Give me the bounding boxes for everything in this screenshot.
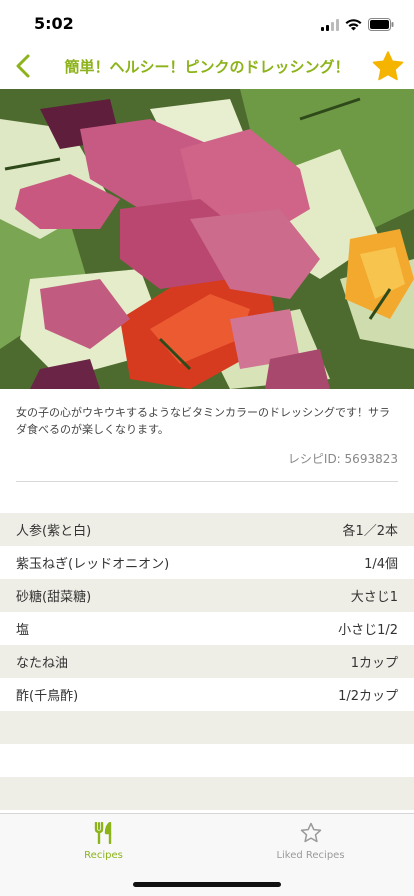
ingredient-name: 塩 — [16, 623, 30, 638]
status-time: 5:02 — [34, 14, 74, 33]
back-button[interactable] — [8, 50, 38, 82]
ingredient-amount: 1カップ — [350, 656, 398, 671]
signal-icon — [321, 16, 339, 35]
tab-label: Recipes — [84, 850, 123, 861]
recipe-photo — [0, 89, 414, 389]
divider — [16, 481, 398, 482]
page-title: 簡単！ヘルシー！ピンクのドレッシング！ — [64, 58, 350, 76]
empty-row — [0, 744, 414, 777]
wifi-icon — [345, 16, 362, 35]
tab-label: Liked Recipes — [276, 850, 345, 861]
ingredient-amount: 小さじ1/2 — [338, 623, 398, 638]
ingredient-row: 酢(千鳥酢) 1/2カップ — [0, 678, 414, 711]
ingredient-name: 人参(紫と白) — [16, 524, 92, 539]
ingredient-name: 砂糖(甜菜糖) — [16, 590, 92, 605]
status-icons — [321, 16, 394, 35]
recipe-id: レシピID: 5693823 — [287, 452, 398, 466]
favorite-button[interactable] — [370, 48, 406, 84]
ingredient-amount: 各1／2本 — [342, 524, 398, 539]
ingredient-name: 酢(千鳥酢) — [16, 689, 79, 704]
ingredient-amount: 1/4個 — [364, 557, 398, 572]
chevron-left-icon — [16, 54, 30, 78]
tab-liked-recipes[interactable]: Liked Recipes — [207, 822, 414, 861]
tab-recipes[interactable]: Recipes — [0, 822, 207, 861]
ingredient-amount: 大さじ1 — [350, 590, 398, 605]
navigation-bar: 簡単！ヘルシー！ピンクのドレッシング！ — [0, 44, 414, 88]
ingredient-name: 紫玉ねぎ(レッドオニオン) — [16, 557, 170, 572]
ingredient-row: なたね油 1カップ — [0, 645, 414, 678]
status-bar: 5:02 — [0, 0, 414, 44]
ingredient-row: 砂糖(甜菜糖) 大さじ1 — [0, 579, 414, 612]
fork-knife-icon — [94, 822, 111, 844]
ingredient-row: 紫玉ねぎ(レッドオニオン) 1/4個 — [0, 546, 414, 579]
empty-row — [0, 777, 414, 810]
star-outline-icon — [300, 822, 321, 843]
star-filled-icon — [372, 51, 404, 81]
ingredient-name: なたね油 — [16, 656, 69, 671]
ingredient-row: 人参(紫と白) 各1／2本 — [0, 513, 414, 546]
recipe-description: 女の子の心がウキウキするようなビタミンカラーのドレッシングです！サラダ食べるのが… — [16, 406, 390, 436]
home-indicator — [133, 882, 281, 887]
ingredient-row: 塩 小さじ1/2 — [0, 612, 414, 645]
empty-row — [0, 711, 414, 744]
ingredient-amount: 1/2カップ — [338, 689, 398, 704]
battery-icon — [368, 16, 394, 35]
